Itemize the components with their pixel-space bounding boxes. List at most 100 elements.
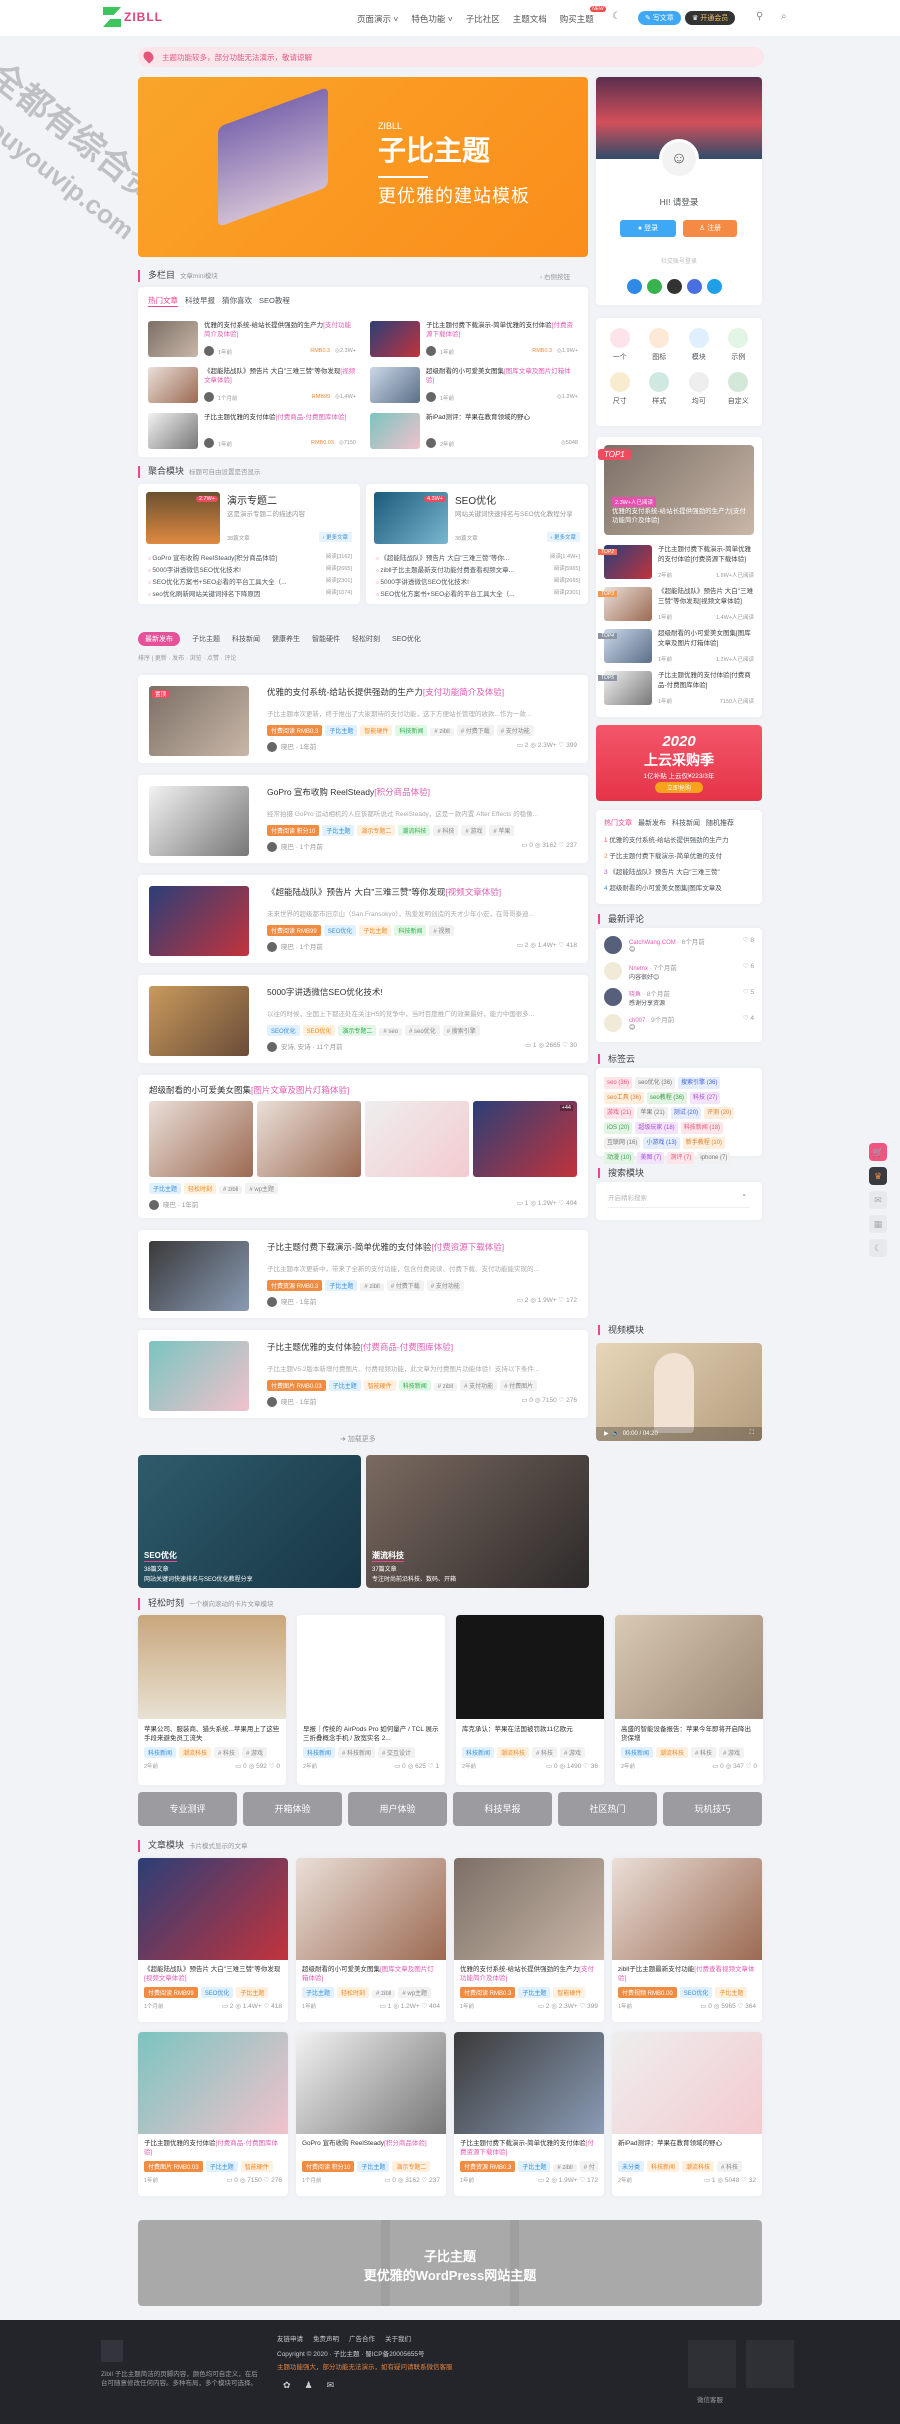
hot-tab[interactable]: 随机推荐: [706, 818, 734, 828]
post-tag[interactable]: # 科技: [532, 1747, 558, 1758]
right-button[interactable]: › 右侧按钮: [540, 271, 570, 281]
post-title[interactable]: 优雅的支付系统-给站长提供强劲的生产力[支付功能简介及体验]: [460, 1965, 598, 1983]
volume-icon[interactable]: 🔈: [612, 1431, 619, 1437]
filter-tab[interactable]: 轻松时刻: [352, 634, 380, 644]
post-title[interactable]: 《超能陆战队》预告片 大白"三难三赞"等你发现[视频文章体验]: [204, 367, 356, 385]
post-tag[interactable]: 轻松时刻: [337, 1987, 370, 1998]
post-tag[interactable]: 付费图片 RMB0.03: [267, 1380, 326, 1391]
nav-item[interactable]: 特色功能 ˅: [411, 13, 452, 25]
post-tag[interactable]: # zibll: [433, 1383, 458, 1391]
post-title[interactable]: 超级耐看的小可爱美女图集[图片文章及图片灯箱体验]: [149, 1085, 459, 1096]
hot-item[interactable]: 3 《超能陆战队》预告片 大白"三难三赞": [604, 866, 754, 876]
filter-tab[interactable]: 子比主题: [192, 634, 220, 644]
cart-icon[interactable]: 🛒: [869, 1143, 887, 1161]
post-tag[interactable]: # wp主题: [398, 1987, 432, 1998]
post-tag[interactable]: # zibll: [372, 1990, 396, 1998]
post-tag[interactable]: 子比主题: [518, 2161, 551, 2172]
icon-grid-item[interactable]: 图标: [640, 328, 680, 372]
hero-banner[interactable]: ZIBLL 子比主题 更优雅的建站模板: [138, 77, 588, 257]
sort-option[interactable]: 评论: [224, 656, 236, 662]
filter-tab[interactable]: 健康养生: [272, 634, 300, 644]
play-icon[interactable]: ▶: [604, 1431, 609, 1437]
load-more-button[interactable]: ➜ 加载更多: [340, 1434, 376, 1444]
post-tag[interactable]: 科技新闻: [144, 1747, 177, 1758]
icon-grid-item[interactable]: 均可: [679, 372, 719, 416]
tag-link[interactable]: 搜索引擎 (36): [678, 1077, 721, 1089]
tag-link[interactable]: 测评 (7): [667, 1152, 695, 1164]
article-card[interactable]: zibll子比主题最新支付功能[付费查看视频文章体验] 付费视频 RMB0.00 S…: [612, 1858, 762, 2022]
post-tag[interactable]: # 付费下载: [386, 1280, 424, 1291]
post-title[interactable]: 《超能陆战队》预告片 大白"三难三赞"等你发现[视频文章体验]: [144, 1965, 282, 1983]
relax-card[interactable]: 高盛的智能设备报告：苹果今年即将开启降出货保增 科技新闻 潮流科技 # 科技 # 游戏 2…: [615, 1615, 763, 1785]
tag-link[interactable]: 超级玩家 (18): [635, 1122, 678, 1134]
category-button[interactable]: 开箱体验: [243, 1792, 342, 1826]
relax-card[interactable]: 早报｜传统的 AirPods Pro 如何量产 / TCL 展示三折叠概念手机 …: [297, 1615, 445, 1785]
top-list-item[interactable]: TOP5 子比主题优雅的支付体验[付费商品-付费图库体验] 1年前 7150人已阅读: [598, 671, 754, 707]
post-title[interactable]: 新iPad测评：苹果在教育领域的野心: [426, 413, 578, 431]
email-icon[interactable]: ✉: [327, 2380, 335, 2391]
post-title[interactable]: 优雅的支付系统-给站长提供强劲的生产力[支付功能简介及体验]: [204, 321, 356, 339]
post-title[interactable]: zibll子比主题最新支付功能[付费查看视频文章体验]: [618, 1965, 756, 1983]
thumbnail[interactable]: [149, 886, 249, 956]
icon-grid-item[interactable]: 自定义: [719, 372, 759, 416]
category-button[interactable]: 用户体验: [348, 1792, 447, 1826]
login-button[interactable]: ● 登录: [620, 220, 676, 237]
category-button[interactable]: 科技早报: [453, 1792, 552, 1826]
post-tag[interactable]: # 游戏: [461, 825, 487, 836]
topic-post-link[interactable]: ○ zibll子比主题最新支付功能付费查看视频文章... 阅读[5965]: [376, 564, 580, 574]
tag-link[interactable]: seo工具 (36): [604, 1092, 645, 1104]
post-title[interactable]: 子比主题优雅的支付体验[付费商品-付费图库体验]: [204, 413, 356, 431]
post-title[interactable]: 超级耐看的小可爱美女图集[图库文章及图片灯箱体验]: [426, 367, 578, 385]
hot-item[interactable]: 1 优雅的支付系统-给站长提供强劲的生产力: [604, 834, 754, 844]
post-tag[interactable]: SEO优化: [323, 925, 357, 936]
qq-icon[interactable]: ♟: [305, 2380, 313, 2391]
thumbnail[interactable]: 置顶: [149, 686, 249, 756]
wechat-icon[interactable]: ✿: [283, 2380, 291, 2391]
category-card[interactable]: SEO优化 38篇文章 网站关键词快速排名与SEO优化教程分享: [138, 1455, 361, 1588]
post-tag[interactable]: 子比主题: [518, 1987, 551, 1998]
post-title[interactable]: 子比主题优雅的支付体验[付费商品-付费图库体验]: [267, 1342, 577, 1353]
article-card[interactable]: 优雅的支付系统-给站长提供强劲的生产力[支付功能简介及体验] 付费阅读 RMB0.…: [454, 1858, 604, 2022]
post-tag[interactable]: # 游戏: [560, 1747, 586, 1758]
post-tag[interactable]: 付费阅读 RMB99: [267, 925, 321, 936]
tag-link[interactable]: 小游戏 (13): [643, 1137, 680, 1149]
filter-tab[interactable]: 科技新闻: [232, 634, 260, 644]
post-title[interactable]: GoPro 宣布收购 ReelSteady[积分商品体验]: [302, 2139, 440, 2157]
topic-post-link[interactable]: ○ 5000字讲透微信SEO优化技术! 阅读[2665]: [376, 576, 580, 586]
thumbnail[interactable]: [149, 1241, 249, 1311]
post-title[interactable]: 《超能陆战队》预告片 大白"三难三赞"等你发现[视频文章体验]: [267, 887, 577, 898]
post-tag[interactable]: 付费阅读 积分10: [302, 2161, 355, 2172]
top1-item[interactable]: TOP1 2.3W+人已阅读 优雅的支付系统-给站长提供强劲的生产力[支付功能简介及…: [598, 445, 754, 535]
post-title[interactable]: 子比主题付费下载演示-简单优雅的支付体验[付费资源下载体验]: [267, 1242, 577, 1253]
post-title[interactable]: GoPro 宣布收购 ReelSteady[积分商品体验]: [267, 787, 577, 798]
category-button[interactable]: 社区热门: [558, 1792, 657, 1826]
dark-mode-icon[interactable]: ☾: [612, 11, 621, 22]
post-tag[interactable]: 演示专题二: [392, 2161, 431, 2172]
post-tag[interactable]: 付费资源 RMB0.3: [267, 1280, 323, 1291]
article-card[interactable]: GoPro 宣布收购 ReelSteady[积分商品体验] 付费阅读 积分10 子比…: [296, 2032, 446, 2196]
tag-link[interactable]: 测试 (20): [670, 1107, 702, 1119]
topic-post-link[interactable]: ○ SEO优化方案书+SEO必看的平台工具大全（... 阅读[2301]: [376, 588, 580, 598]
post-tag[interactable]: 子比主题: [149, 1183, 182, 1194]
icon-grid-item[interactable]: 尺寸: [600, 372, 640, 416]
post-tag[interactable]: # seo: [379, 1028, 403, 1036]
wechat-icon[interactable]: [647, 279, 662, 294]
topic-post-link[interactable]: ○ 5000字讲透微信SEO优化技术! 阅读[2665]: [148, 564, 352, 574]
post-tag[interactable]: 轻松时刻: [184, 1183, 217, 1194]
hot-item[interactable]: 4 超级耐看的小可爱美女图集[图库文章及: [604, 882, 754, 892]
post-title[interactable]: 5000字讲透微信SEO优化技术!: [267, 987, 577, 998]
mini-post[interactable]: 优雅的支付系统-给站长提供强劲的生产力[支付功能简介及体验] 1年前 RMB0.3 ◎…: [148, 321, 360, 359]
hot-tab[interactable]: 科技新闻: [672, 818, 700, 828]
post-tag[interactable]: # 搜索引擎: [442, 1025, 480, 1036]
topic-name[interactable]: 演示专题二: [227, 492, 277, 507]
qrcode-icon[interactable]: ▦: [869, 1215, 887, 1233]
post-tag[interactable]: 子比主题: [322, 825, 355, 836]
post-tag[interactable]: 智能硬件: [363, 1380, 396, 1391]
tag-link[interactable]: 游戏 (21): [604, 1107, 635, 1119]
post-tag[interactable]: 付费视频 RMB0.00: [618, 1987, 677, 1998]
mini-post[interactable]: 子比主题付费下载演示-简单优雅的支付体验[付费资源下载体验] 1年前 RMB0.3 ◎…: [370, 321, 582, 359]
post-tag[interactable]: 子比主题: [325, 725, 358, 736]
post-title[interactable]: 超级耐看的小可爱美女图集[图库文章及图片灯箱体验]: [302, 1965, 440, 1983]
topic-post-link[interactable]: ○ seo优化刷新网站关键词排名下降原因 阅读[1074]: [148, 588, 352, 598]
tag-link[interactable]: seo教程 (36): [647, 1092, 688, 1104]
